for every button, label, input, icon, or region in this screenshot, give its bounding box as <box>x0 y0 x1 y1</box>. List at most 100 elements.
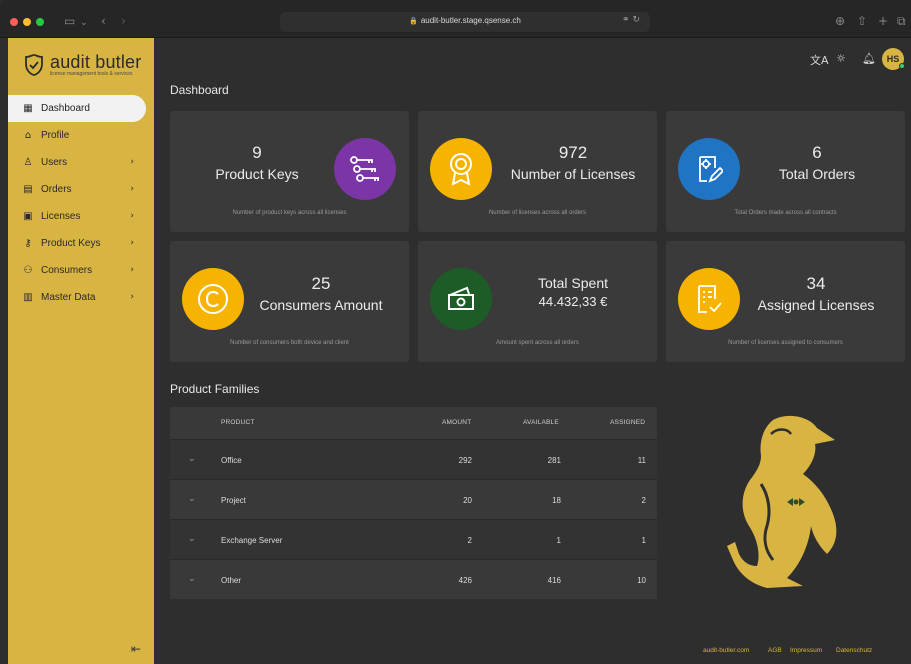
table-icon: ▥ <box>23 292 33 303</box>
stat-card-total-spent: Total Spent 44.432,33 € Amount spent acr… <box>418 241 657 362</box>
sidebar: audit butler license management tools & … <box>8 38 154 664</box>
section-title: Product Families <box>170 382 260 396</box>
minimize-window-button[interactable] <box>23 18 31 26</box>
reload-icon[interactable]: ⚭ ↻ <box>622 15 640 25</box>
sidebar-item-orders[interactable]: ▤ Orders › <box>8 176 154 203</box>
footer-link-website[interactable]: audit-butler.com <box>703 647 749 654</box>
chevron-right-icon: › <box>130 157 134 167</box>
user-icon: ♙ <box>23 157 33 168</box>
logo[interactable]: audit butler license management tools & … <box>22 52 152 82</box>
footer-link-impressum[interactable]: Impressum <box>790 647 822 654</box>
notification-bell-icon[interactable]: 🔔︎ <box>862 52 876 65</box>
table-row[interactable]: ⌄ Project 20 18 2 <box>170 479 657 519</box>
expand-chevron-icon[interactable]: ⌄ <box>188 454 196 464</box>
logo-name: audit butler <box>50 52 142 72</box>
column-header-amount[interactable]: AMOUNT <box>442 419 471 426</box>
cell-assigned: 10 <box>637 576 646 585</box>
stat-label: Consumers Amount <box>259 297 383 313</box>
chevron-right-icon: › <box>130 211 134 221</box>
sidebar-item-consumers[interactable]: ⚇ Consumers › <box>8 257 154 284</box>
translate-icon[interactable]: 文A <box>810 52 829 68</box>
table-row[interactable]: ⌄ Other 426 416 10 <box>170 559 657 599</box>
expand-chevron-icon[interactable]: ⌄ <box>188 494 196 504</box>
cell-amount: 2 <box>467 536 472 545</box>
footer-link-agb[interactable]: AGB <box>768 647 782 654</box>
tabs-overview-icon[interactable]: ⧉ <box>897 14 906 28</box>
stat-description: Number of consumers both device and clie… <box>230 340 349 346</box>
expand-chevron-icon[interactable]: ⌄ <box>188 534 196 544</box>
order-edit-icon <box>678 138 740 200</box>
chevron-right-icon: › <box>130 292 134 302</box>
download-icon[interactable]: ⊕ <box>835 14 845 28</box>
back-icon[interactable]: ‹ <box>101 14 106 28</box>
stat-description: Amount spent across all orders <box>496 340 579 346</box>
cell-amount: 426 <box>458 576 472 585</box>
stat-card-assigned-licenses: 34 Assigned Licenses Number of licenses … <box>666 241 905 362</box>
cell-available: 281 <box>547 456 561 465</box>
stat-label: Total Orders <box>778 166 856 182</box>
collapse-sidebar-icon[interactable]: ⇤ <box>131 642 141 656</box>
sidebar-item-dashboard[interactable]: ▦ Dashboard <box>8 95 146 122</box>
cell-product: Exchange Server <box>221 536 283 545</box>
key-icon: ⚷ <box>24 238 32 249</box>
stat-card-product-keys: 9 Product Keys Number of product keys ac… <box>170 111 409 232</box>
cell-amount: 292 <box>458 456 472 465</box>
chevron-right-icon: › <box>130 184 134 194</box>
chevron-right-icon: › <box>130 238 134 248</box>
sidebar-item-users[interactable]: ♙ Users › <box>8 149 154 176</box>
chevron-right-icon: › <box>130 265 134 275</box>
sidebar-toggle-icon[interactable]: ▭ <box>64 14 75 28</box>
keys-icon <box>334 138 396 200</box>
table-row[interactable]: ⌄ Exchange Server 2 1 1 <box>170 519 657 559</box>
sidebar-item-label: Master Data <box>41 292 96 303</box>
sidebar-item-licenses[interactable]: ▣ Licenses › <box>8 203 154 230</box>
shield-check-icon <box>25 54 43 76</box>
stat-value: 6 <box>812 143 822 162</box>
table-header: PRODUCT AMOUNT AVAILABLE ASSIGNED <box>170 407 657 439</box>
browser-window: ▭ ⌄ ‹ › 🔒 audit-butler.stage.qsense.ch ⚭ … <box>0 0 911 664</box>
sidebar-item-label: Profile <box>41 130 70 141</box>
grid-icon: ▦ <box>23 103 33 114</box>
consumers-icon: ⚇ <box>23 265 33 276</box>
cell-available: 416 <box>547 576 561 585</box>
stat-description: Number of licenses across all orders <box>488 210 587 216</box>
browser-toolbar: ▭ ⌄ ‹ › 🔒 audit-butler.stage.qsense.ch ⚭ … <box>0 0 911 38</box>
theme-toggle-icon[interactable]: ☼ <box>836 52 846 65</box>
sidebar-nav: ▦ Dashboard ⌂ Profile ♙ Users › ▤ Orders… <box>8 95 154 311</box>
address-bar[interactable]: 🔒 audit-butler.stage.qsense.ch ⚭ ↻ <box>280 12 650 32</box>
forward-icon[interactable]: › <box>121 14 126 28</box>
column-header-available[interactable]: AVAILABLE <box>523 419 559 426</box>
url-text: audit-butler.stage.qsense.ch <box>420 16 521 25</box>
cell-assigned: 1 <box>641 536 646 545</box>
stat-label: Product Keys <box>215 166 299 182</box>
cell-amount: 20 <box>463 496 472 505</box>
chevron-down-icon[interactable]: ⌄ <box>80 16 88 30</box>
sidebar-item-master-data[interactable]: ▥ Master Data › <box>8 284 154 311</box>
share-icon[interactable]: ⇧ <box>857 14 867 28</box>
sidebar-item-profile[interactable]: ⌂ Profile <box>8 122 154 149</box>
stat-value: 34 <box>806 274 826 293</box>
new-tab-icon[interactable]: + <box>878 14 888 28</box>
expand-chevron-icon[interactable]: ⌄ <box>188 574 196 584</box>
sidebar-item-label: Licenses <box>41 211 81 222</box>
sidebar-item-product-keys[interactable]: ⚷ Product Keys › <box>8 230 154 257</box>
stat-label: Total Spent <box>537 275 609 291</box>
cell-assigned: 2 <box>641 496 646 505</box>
column-header-product[interactable]: PRODUCT <box>221 419 255 426</box>
license-icon: ▣ <box>23 211 33 222</box>
footer-link-datenschutz[interactable]: Datenschutz <box>836 647 872 654</box>
home-icon: ⌂ <box>24 130 32 141</box>
online-status-dot <box>899 63 905 69</box>
zoom-window-button[interactable] <box>36 18 44 26</box>
sidebar-item-label: Consumers <box>41 265 93 276</box>
cell-product: Office <box>221 456 242 465</box>
lock-icon: 🔒 <box>409 18 418 25</box>
logo-tagline: license management tools & services <box>50 71 133 77</box>
penguin-butler-mascot <box>727 415 837 588</box>
column-header-assigned[interactable]: ASSIGNED <box>610 419 645 426</box>
cell-available: 1 <box>556 536 561 545</box>
cell-product: Other <box>221 576 242 585</box>
table-row[interactable]: ⌄ Office 292 281 11 <box>170 439 657 479</box>
assigned-doc-icon <box>678 268 740 330</box>
close-window-button[interactable] <box>10 18 18 26</box>
